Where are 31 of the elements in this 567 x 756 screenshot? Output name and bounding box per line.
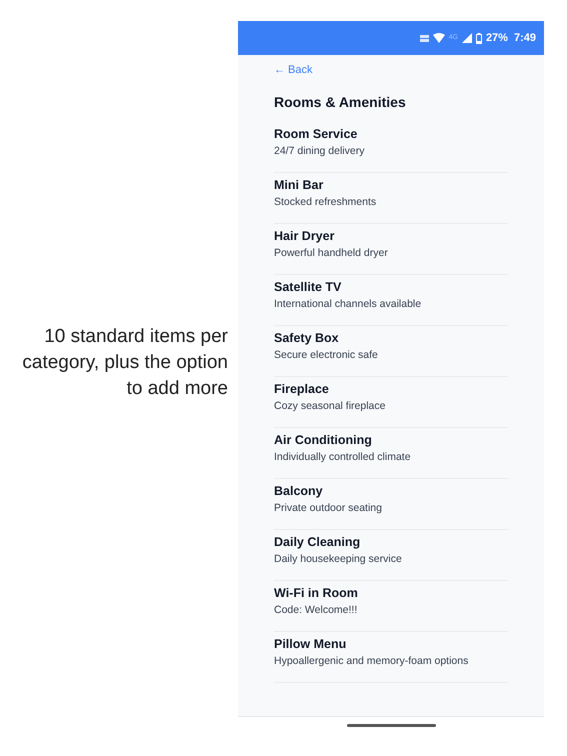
amenity-description: Stocked refreshments xyxy=(274,194,378,210)
amenity-description: Daily housekeeping service xyxy=(274,552,403,566)
page-title: Rooms & Amenities xyxy=(274,92,407,112)
amenity-description: Hypoallergenic and memory-foam options xyxy=(274,654,470,668)
amenity-description: Individually controlled climate xyxy=(274,450,412,464)
amenity-name: Hair Dryer xyxy=(274,228,336,244)
amenity-name: Safety Box xyxy=(274,330,340,346)
amenity-description: Code: Welcome!!! xyxy=(274,602,358,618)
caption: 10 standard items per category, plus the option to add more xyxy=(21,325,228,401)
home-indicator[interactable] xyxy=(346,724,436,727)
amenity-description: Powerful handheld dryer xyxy=(274,246,389,260)
amenity-description: 24/7 dining delivery xyxy=(274,144,366,158)
wifi-icon xyxy=(432,33,445,43)
amenity-name: Pillow Menu xyxy=(274,636,348,652)
battery-level: 27% xyxy=(486,30,508,46)
amenity-name: Fireplace xyxy=(274,380,330,398)
amenity-description: Secure electronic safe xyxy=(274,348,379,362)
amenity-name: Daily Cleaning xyxy=(274,534,362,550)
amenity-name: Room Service xyxy=(274,126,358,142)
clock: 7:49 xyxy=(514,30,536,46)
signal-icon xyxy=(462,33,472,43)
amenity-name: Balcony xyxy=(274,482,324,500)
amenity-name: Air Conditioning xyxy=(274,432,373,448)
amenity-description: Private outdoor seating xyxy=(274,500,383,516)
battery-icon xyxy=(476,32,482,44)
amenity-name: Mini Bar xyxy=(274,176,324,194)
back-link[interactable]: ← Back xyxy=(274,62,508,78)
amenity-name: Satellite TV xyxy=(274,278,342,296)
amenity-description: International channels available xyxy=(274,296,422,312)
amenity-description: Cozy seasonal fireplace xyxy=(274,398,386,414)
amenity-name: Wi-Fi in Room xyxy=(274,584,359,602)
